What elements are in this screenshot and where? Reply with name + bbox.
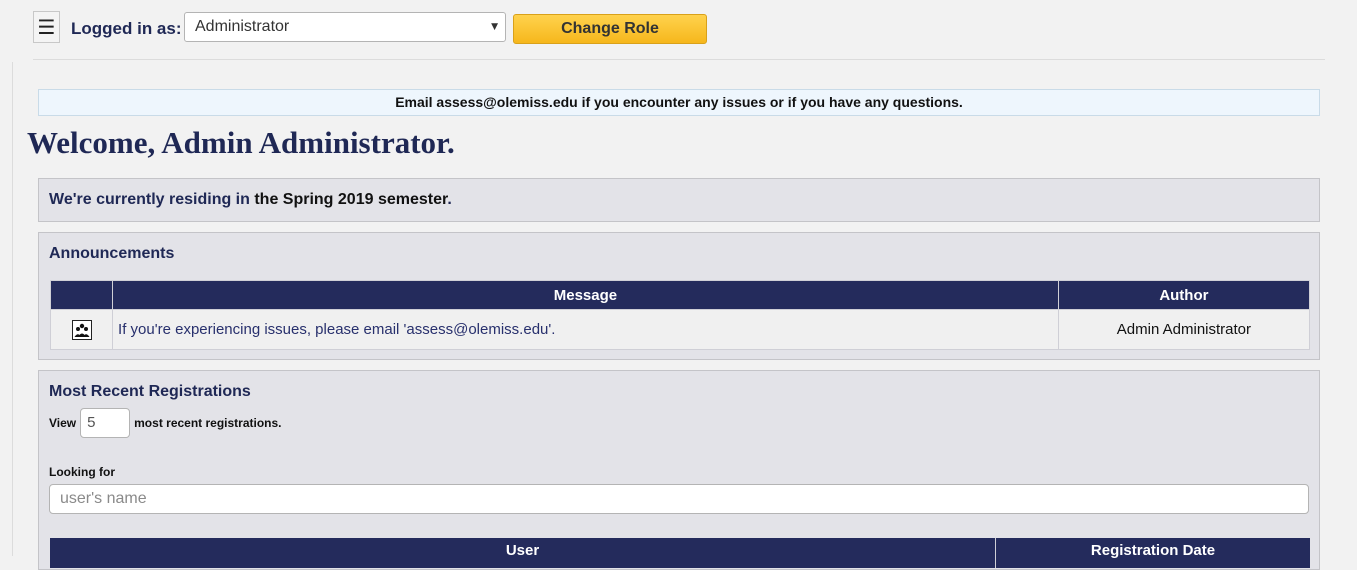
view-suffix: most recent registrations. <box>134 416 282 430</box>
table-header-icon <box>49 280 114 310</box>
announcement-message: If you're experiencing issues, please em… <box>112 309 1059 350</box>
top-bar: ☰ Logged in as: Administrator ▼ Change R… <box>0 0 1357 60</box>
registrations-table-header: User Registration Date <box>50 538 1310 568</box>
semester-name: the Spring 2019 semester <box>254 191 448 208</box>
semester-suffix: . <box>447 191 452 208</box>
registration-count-input[interactable]: 5 <box>80 408 131 438</box>
hamburger-icon: ☰ <box>37 15 56 39</box>
table-row: If you're experiencing issues, please em… <box>49 309 1311 350</box>
announcement-icon-cell <box>49 309 114 350</box>
user-search-input[interactable]: user's name <box>49 484 1309 514</box>
dropdown-caret-icon: ▼ <box>491 22 498 32</box>
view-prefix: View <box>49 416 77 430</box>
contact-notice: Email assess@olemiss.edu if you encounte… <box>38 89 1320 116</box>
announcements-table: Message Author If you're experiencing is… <box>49 280 1311 350</box>
table-header-user: User <box>505 542 540 559</box>
change-role-button[interactable]: Change Role <box>513 14 707 44</box>
page-title: Welcome, Admin Administrator. <box>27 125 455 160</box>
announcement-author: Admin Administrator <box>1057 309 1311 350</box>
table-header-row: Message Author <box>49 280 1311 310</box>
semester-panel: We're currently residing in the Spring 2… <box>38 178 1320 222</box>
looking-for-label: Looking for <box>49 465 115 479</box>
role-select[interactable]: Administrator ▼ <box>184 12 506 42</box>
semester-prefix: We're currently residing in <box>49 191 255 208</box>
table-header-author: Author <box>1057 280 1311 310</box>
announcements-panel: Announcements Message Author If you're e… <box>38 232 1320 360</box>
menu-toggle-button[interactable]: ☰ <box>33 11 60 43</box>
role-select-value: Administrator <box>195 18 290 35</box>
header-divider <box>33 59 1325 60</box>
logged-in-label: Logged in as: <box>71 19 182 38</box>
registrations-title: Most Recent Registrations <box>49 383 251 400</box>
announcements-title: Announcements <box>49 245 175 262</box>
registrations-panel: Most Recent Registrations View 5 most re… <box>38 370 1320 570</box>
table-header-registration-date: Registration Date <box>1090 542 1216 559</box>
table-header-message: Message <box>112 280 1059 310</box>
view-count-row: View 5 most recent registrations. <box>49 408 282 438</box>
sidebar-divider <box>12 62 13 556</box>
group-icon <box>71 319 92 340</box>
